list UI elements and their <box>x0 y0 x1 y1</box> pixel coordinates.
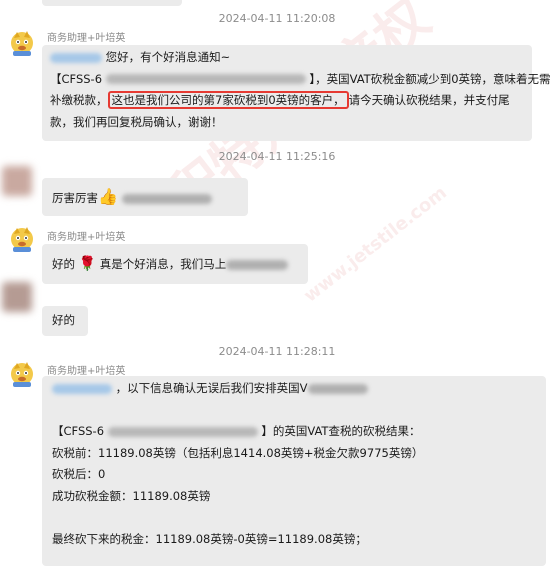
message-text: 请今天确认砍税结果，并支付尾 <box>348 93 510 107</box>
message-bubble[interactable]: 您好，有个好消息通知~ 【CFSS-6 】，英国VAT砍税金额减少到0英镑，意味… <box>42 45 551 141</box>
watermark-url: www.jetstile.com <box>300 182 451 307</box>
sender-avatar-icon[interactable] <box>8 29 36 57</box>
highlighted-text: 这也是我们公司的第7家砍税到0英镑的客户， <box>107 91 349 109</box>
previous-message-bubble <box>42 0 182 6</box>
redacted-text <box>121 193 212 204</box>
message-text: 】，英国VAT砍税金额减少到0英镑，意味着无需 <box>309 71 551 86</box>
customer-avatar-icon[interactable] <box>2 166 32 196</box>
message-bubble[interactable]: 厉害厉害👍 <box>42 178 248 216</box>
message-text: 款，我们再回复税局确认，谢谢！ <box>50 114 223 129</box>
sender-name: 商务助理+叶培英 <box>47 33 126 44</box>
redacted-text <box>50 52 102 63</box>
message-text: 好的 <box>52 257 75 271</box>
redacted-text <box>52 383 112 394</box>
redacted-text <box>107 426 258 437</box>
message-bubble[interactable]: 好的 <box>42 306 88 336</box>
timestamp: 2024-04-11 11:25:16 <box>218 150 336 163</box>
redacted-text <box>105 74 306 84</box>
message-text: 砍税后：0 <box>52 467 106 481</box>
message-text: 好的 <box>52 313 75 327</box>
message-text: 【CFSS-6 <box>52 424 105 438</box>
message-bubble[interactable]: 好的 🌹 真是个好消息，我们马上 <box>42 244 308 284</box>
rose-icon: 🌹 <box>78 256 97 272</box>
timestamp: 2024-04-11 11:28:11 <box>218 345 336 358</box>
message-text: 砍税前：11189.08英镑（包括利息1414.08英镑+税金欠款9775英镑） <box>52 445 424 460</box>
customer-avatar-icon[interactable] <box>2 282 32 312</box>
message-text: 厉害厉害 <box>52 191 98 205</box>
sender-name: 商务助理+叶培英 <box>47 366 126 377</box>
redacted-text <box>226 259 289 270</box>
sender-avatar-icon[interactable] <box>8 360 36 388</box>
timestamp: 2024-04-11 11:20:08 <box>218 12 336 25</box>
message-text: 您好，有个好消息通知~ <box>105 50 231 64</box>
sender-avatar-icon[interactable] <box>8 225 36 253</box>
message-text: 真是个好消息，我们马上 <box>99 257 227 271</box>
redacted-text <box>307 383 368 394</box>
message-text: ，以下信息确认无误后我们安排英国V <box>115 381 308 395</box>
message-text: 成功砍税金额：11189.08英镑 <box>52 488 211 503</box>
message-text: 最终砍下来的税金：11189.08英镑-0英镑=11189.08英镑； <box>52 531 367 546</box>
message-text: 【CFSS-6 <box>50 71 103 86</box>
message-bubble[interactable]: ，以下信息确认无误后我们安排英国V 【CFSS-6 】的英国VAT查税的砍税结果… <box>42 376 546 566</box>
message-text: 补缴税款， <box>50 93 108 107</box>
sender-name: 商务助理+叶培英 <box>47 232 126 243</box>
message-text: 】的英国VAT查税的砍税结果： <box>261 424 421 438</box>
thumbs-up-icon: 👍 <box>98 187 118 206</box>
